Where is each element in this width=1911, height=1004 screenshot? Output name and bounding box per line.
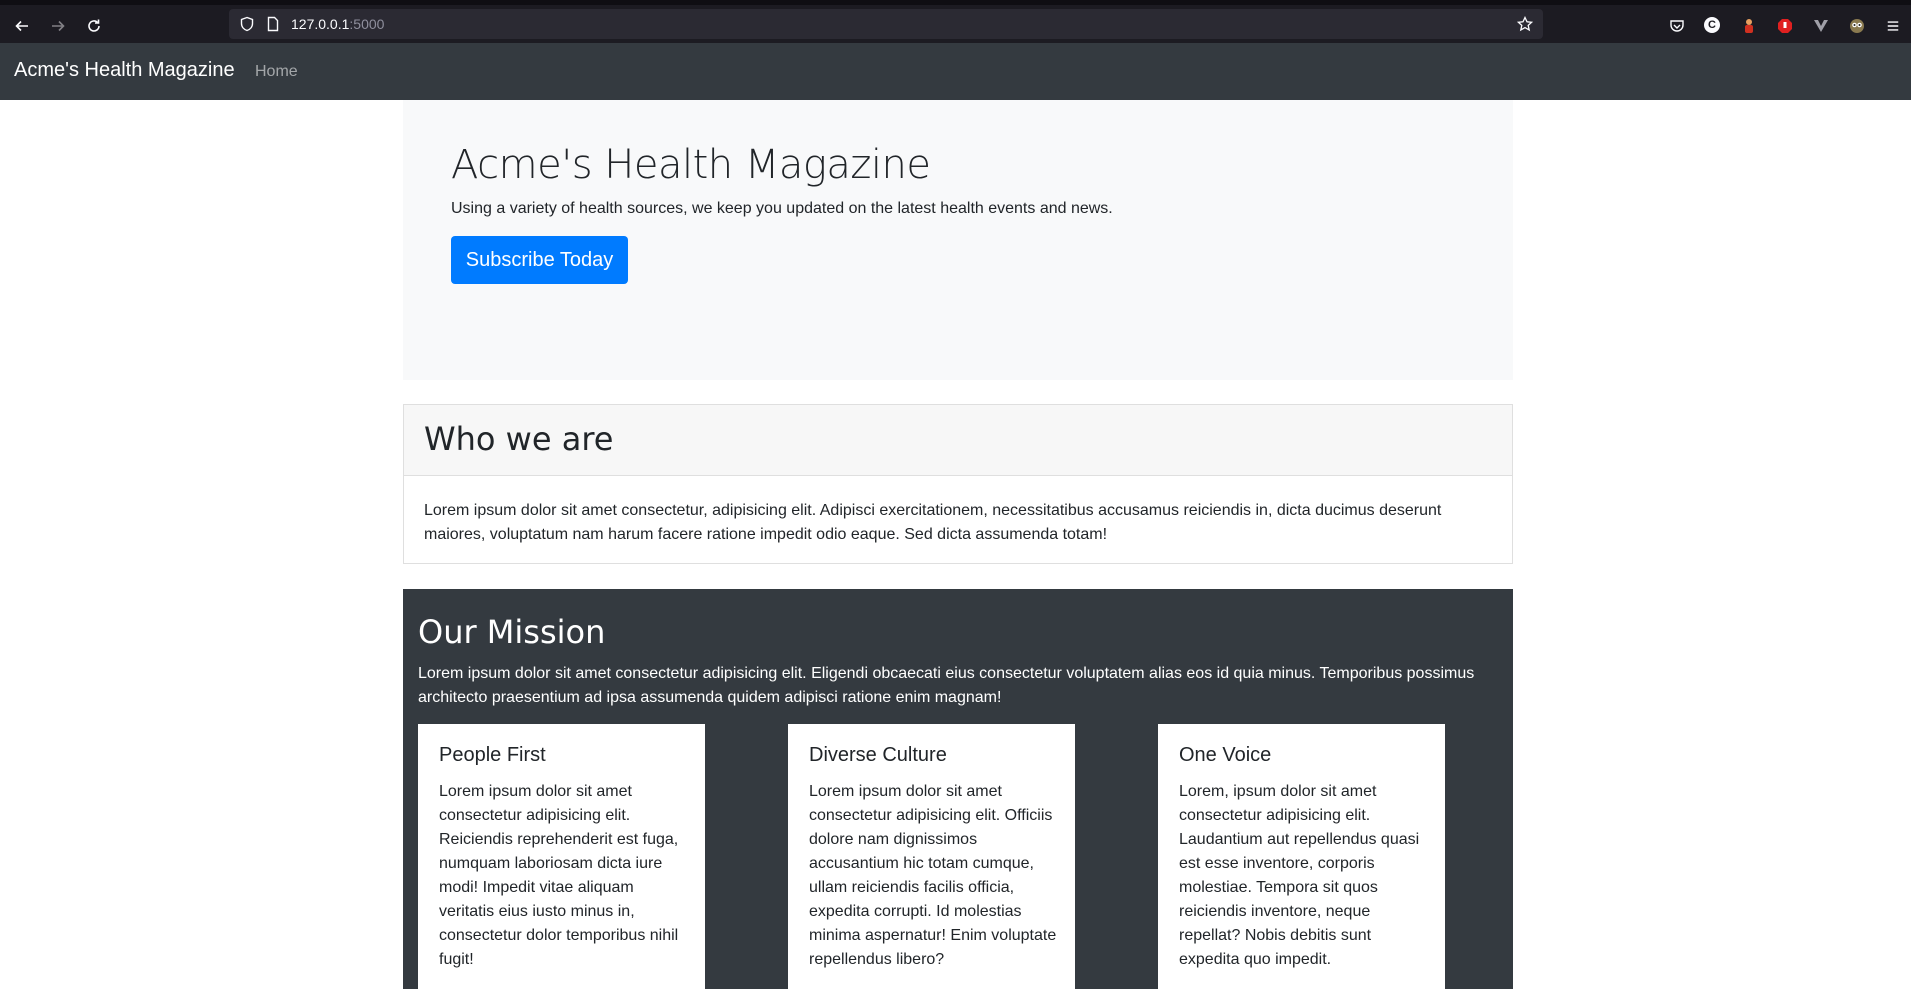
site-navbar: Acme's Health Magazine Home — [0, 43, 1911, 100]
mission-card-body: Lorem ipsum dolor sit amet consectetur a… — [439, 783, 679, 968]
mission-card-people-first: People First Lorem ipsum dolor sit amet … — [418, 724, 705, 1004]
url-text[interactable]: 127.0.0.1:5000 — [291, 16, 384, 32]
subscribe-button[interactable]: Subscribe Today — [451, 236, 628, 284]
who-we-are-header: Who we are — [404, 405, 1512, 476]
reload-button[interactable] — [82, 14, 106, 38]
navbar-brand[interactable]: Acme's Health Magazine — [14, 59, 235, 82]
extension-c-icon[interactable]: C — [1704, 17, 1720, 33]
extension-figure-icon[interactable] — [1740, 17, 1758, 35]
mission-body: Lorem ipsum dolor sit amet consectetur a… — [418, 665, 1475, 706]
reload-icon — [88, 19, 100, 32]
back-button[interactable] — [10, 14, 34, 38]
nav-link-home[interactable]: Home — [255, 63, 298, 81]
extension-v-icon[interactable] — [1812, 17, 1830, 35]
forward-button[interactable] — [46, 14, 70, 38]
browser-toolbar: 127.0.0.1:5000 C — [0, 0, 1911, 43]
who-we-are-title: Who we are — [424, 420, 614, 458]
mission-title: Our Mission — [418, 613, 606, 651]
url-host: 127.0.0.1 — [291, 16, 350, 32]
page-icon — [267, 16, 279, 32]
mission-card-title: Diverse Culture — [809, 744, 947, 766]
mission-card-body: Lorem ipsum dolor sit amet consectetur a… — [809, 783, 1057, 968]
hero-section: Acme's Health Magazine Using a variety o… — [403, 100, 1513, 380]
mission-section: Our Mission Lorem ipsum dolor sit amet c… — [403, 589, 1513, 1004]
shield-icon[interactable] — [239, 16, 255, 32]
who-we-are-body: Lorem ipsum dolor sit amet consectetur, … — [424, 502, 1442, 543]
hero-subtitle: Using a variety of health sources, we ke… — [451, 200, 1113, 217]
mission-card-one-voice: One Voice Lorem, ipsum dolor sit amet co… — [1158, 724, 1445, 1004]
mission-card-title: One Voice — [1179, 744, 1272, 766]
star-icon[interactable] — [1517, 16, 1533, 32]
extension-owl-icon[interactable] — [1848, 17, 1866, 35]
hero-title: Acme's Health Magazine — [451, 142, 931, 188]
back-icon — [15, 20, 28, 32]
mission-card-diverse-culture: Diverse Culture Lorem ipsum dolor sit am… — [788, 724, 1075, 1004]
mission-card-body: Lorem, ipsum dolor sit amet consectetur … — [1179, 783, 1420, 968]
extension-stop-icon[interactable] — [1776, 17, 1794, 35]
forward-icon — [52, 20, 65, 32]
mission-card-title: People First — [439, 744, 546, 766]
menu-icon[interactable] — [1884, 17, 1902, 35]
who-we-are-card: Who we are Lorem ipsum dolor sit amet co… — [403, 404, 1513, 564]
pocket-icon[interactable] — [1668, 17, 1686, 35]
url-port: :5000 — [349, 16, 385, 32]
address-bar[interactable]: 127.0.0.1:5000 — [229, 9, 1543, 39]
